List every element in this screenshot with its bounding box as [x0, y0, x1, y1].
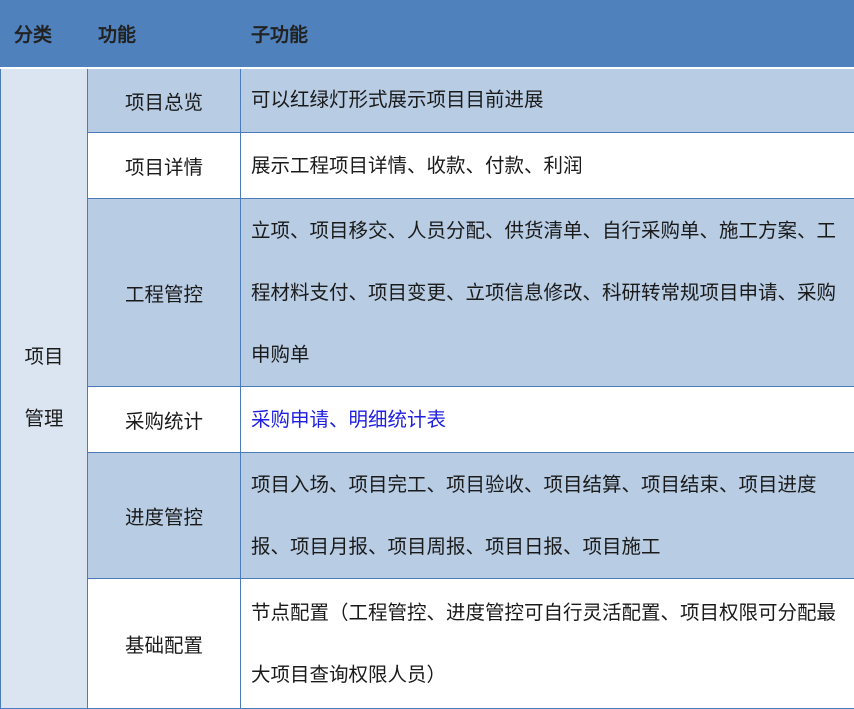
header-row: 分类 功能 子功能 [1, 1, 854, 68]
table-header: 分类 功能 子功能 [1, 1, 854, 68]
function-cell: 进度管控 [88, 453, 241, 579]
category-line-2: 管理 [1, 388, 87, 450]
header-sub-function: 子功能 [241, 1, 854, 68]
sub-function-cell: 采购申请、明细统计表 [241, 387, 854, 453]
table-row: 工程管控 立项、项目移交、人员分配、供货清单、自行采购单、施工方案、工程材料支付… [1, 199, 854, 387]
category-line-1: 项目 [1, 326, 87, 388]
sub-function-cell: 项目入场、项目完工、项目验收、项目结算、项目结束、项目进度报、项目月报、项目周报… [241, 453, 854, 579]
function-cell: 工程管控 [88, 199, 241, 387]
sub-function-cell: 立项、项目移交、人员分配、供货清单、自行采购单、施工方案、工程材料支付、项目变更… [241, 199, 854, 387]
table-row: 进度管控 项目入场、项目完工、项目验收、项目结算、项目结束、项目进度报、项目月报… [1, 453, 854, 579]
sub-function-cell: 可以红绿灯形式展示项目目前进展 [241, 68, 854, 133]
sub-function-cell: 展示工程项目详情、收款、付款、利润 [241, 133, 854, 199]
category-label: 项目 管理 [1, 326, 87, 450]
table-row: 基础配置 节点配置（工程管控、进度管控可自行灵活配置、项目权限可分配最大项目查询… [1, 579, 854, 709]
table-row: 项目详情 展示工程项目详情、收款、付款、利润 [1, 133, 854, 199]
function-cell: 项目详情 [88, 133, 241, 199]
function-cell: 采购统计 [88, 387, 241, 453]
table-body: 项目 管理 项目总览 可以红绿灯形式展示项目目前进展 项目详情 展示工程项目详情… [1, 68, 854, 709]
category-cell: 项目 管理 [1, 68, 88, 709]
table-row: 采购统计 采购申请、明细统计表 [1, 387, 854, 453]
header-function: 功能 [88, 1, 241, 68]
table-row: 项目 管理 项目总览 可以红绿灯形式展示项目目前进展 [1, 68, 854, 133]
function-cell: 项目总览 [88, 68, 241, 133]
feature-table: 分类 功能 子功能 项目 管理 项目总览 可以红绿灯形式展示项目目前进展 项目详… [0, 0, 854, 709]
header-category: 分类 [1, 1, 88, 68]
function-cell: 基础配置 [88, 579, 241, 709]
sub-function-cell: 节点配置（工程管控、进度管控可自行灵活配置、项目权限可分配最大项目查询权限人员） [241, 579, 854, 709]
